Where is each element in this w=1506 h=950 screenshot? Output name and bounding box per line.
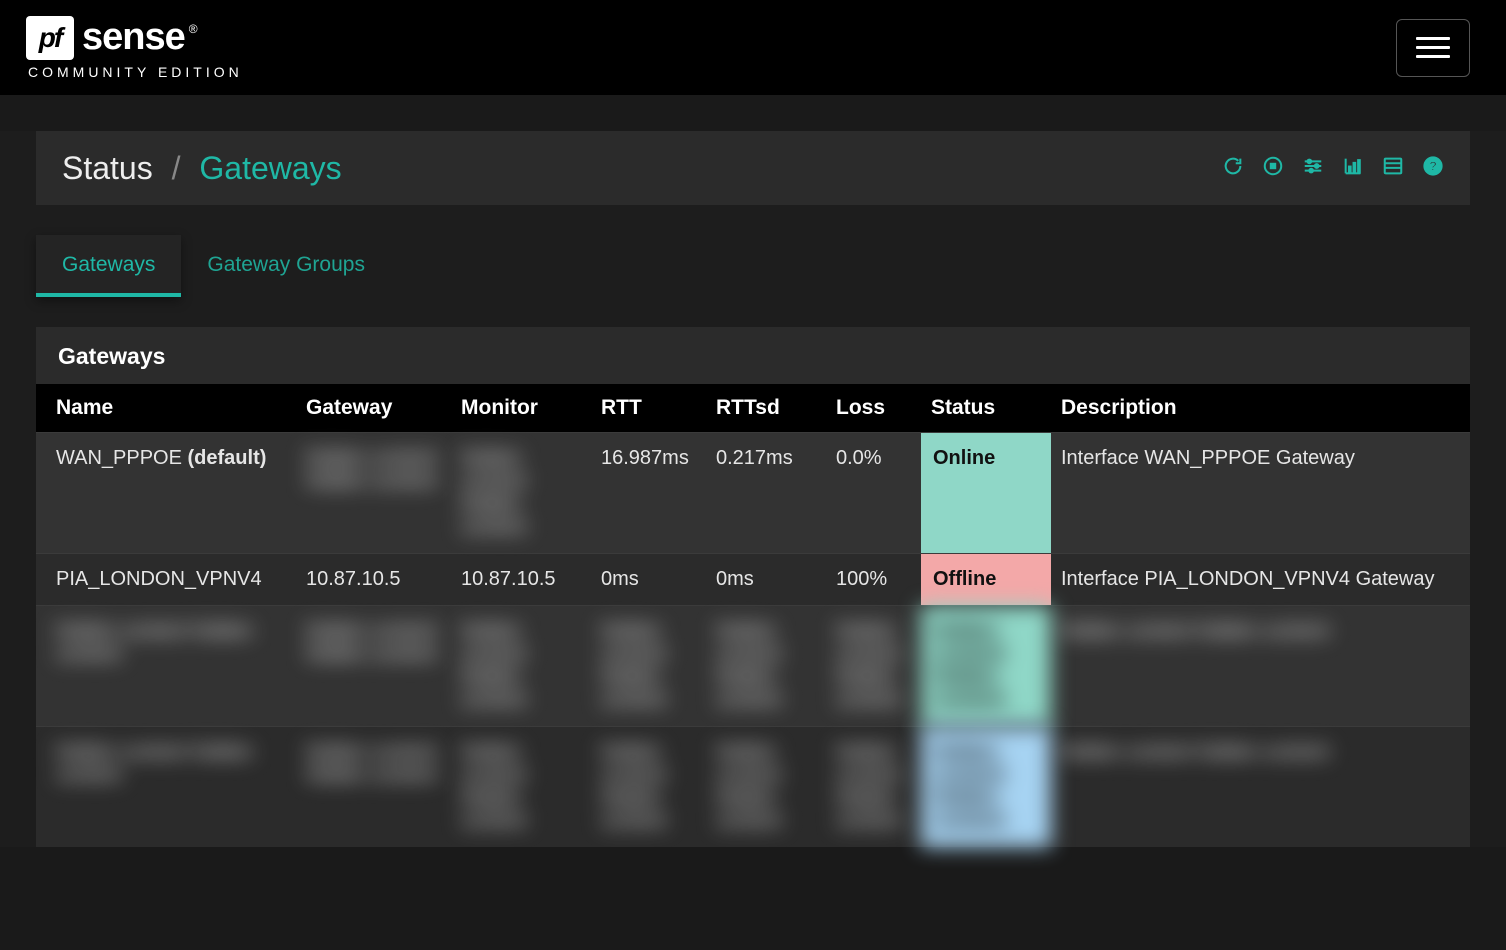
breadcrumb-section[interactable]: Status [62, 150, 153, 186]
menu-toggle-button[interactable] [1396, 19, 1470, 77]
cell-name: hidden content hidden content [36, 606, 296, 727]
cell: hidden content hidden content [591, 727, 706, 848]
refresh-icon[interactable] [1222, 155, 1244, 182]
col-rtt: RTT [591, 384, 706, 433]
status-badge: hidden content hidden content [921, 606, 1051, 727]
cell: hidden content hidden content [296, 606, 451, 727]
table-header-row: Name Gateway Monitor RTT RTTsd Loss Stat… [36, 384, 1470, 433]
cell: 0ms [706, 554, 826, 606]
chart-icon[interactable] [1342, 155, 1364, 182]
table-row: hidden content hidden contenthidden cont… [36, 606, 1470, 727]
cell: Interface PIA_LONDON_VPNV4 Gateway [1051, 554, 1470, 606]
col-loss: Loss [826, 384, 921, 433]
panel-title: Gateways [36, 327, 1470, 384]
logo[interactable]: pf sense ® COMMUNITY EDITION [26, 16, 243, 80]
breadcrumb: Status / Gateways ? [36, 131, 1470, 205]
cell: hidden content hidden content [826, 606, 921, 727]
breadcrumb-page[interactable]: Gateways [199, 150, 341, 186]
cell: hidden content hidden content [706, 606, 826, 727]
sliders-icon[interactable] [1302, 155, 1324, 182]
gateways-table: Name Gateway Monitor RTT RTTsd Loss Stat… [36, 384, 1470, 847]
logo-pf-badge: pf [26, 16, 74, 60]
cell: 0ms [591, 554, 706, 606]
col-gateway: Gateway [296, 384, 451, 433]
cell: 10.87.10.5 [451, 554, 591, 606]
col-description: Description [1051, 384, 1470, 433]
cell: 100% [826, 554, 921, 606]
col-status: Status [921, 384, 1051, 433]
cell: 0.217ms [706, 433, 826, 554]
cell: hidden content hidden content [296, 727, 451, 848]
cell: Interface WAN_PPPOE Gateway [1051, 433, 1470, 554]
cell-name: PIA_LONDON_VPNV4 [36, 554, 296, 606]
table-row: hidden content hidden contenthidden cont… [36, 727, 1470, 848]
col-monitor: Monitor [451, 384, 591, 433]
cell: 16.987ms [591, 433, 706, 554]
cell-name: hidden content hidden content [36, 727, 296, 848]
list-icon[interactable] [1382, 155, 1404, 182]
stop-icon[interactable] [1262, 155, 1284, 182]
cell: hidden content hidden content [706, 727, 826, 848]
cell: hidden content hidden content [451, 433, 591, 554]
cell: 10.87.10.5 [296, 554, 451, 606]
col-rttsd: RTTsd [706, 384, 826, 433]
toolbar: ? [1222, 155, 1444, 182]
gateways-panel: Gateways Name Gateway Monitor RTT RTTsd … [36, 327, 1470, 847]
default-label: (default) [188, 447, 267, 469]
cell: hidden content hidden content [591, 606, 706, 727]
help-icon[interactable]: ? [1422, 155, 1444, 182]
tabs: Gateways Gateway Groups [36, 235, 1470, 297]
cell: hidden content hidden content [1051, 606, 1470, 727]
cell: hidden content hidden content [296, 433, 451, 554]
status-badge: hidden content hidden content [921, 727, 1051, 848]
status-badge: Online [921, 433, 1051, 554]
tab-gateway-groups[interactable]: Gateway Groups [181, 235, 391, 297]
cell: 0.0% [826, 433, 921, 554]
logo-registered: ® [189, 22, 198, 36]
table-row: PIA_LONDON_VPNV4 10.87.10.510.87.10.50ms… [36, 554, 1470, 606]
logo-subtitle: COMMUNITY EDITION [28, 64, 243, 80]
tab-gateways[interactable]: Gateways [36, 235, 181, 297]
status-badge: Offline [921, 554, 1051, 606]
logo-sense-text: sense [82, 16, 185, 59]
cell: hidden content hidden content [451, 727, 591, 848]
cell: hidden content hidden content [451, 606, 591, 727]
breadcrumb-separator: / [172, 150, 181, 186]
col-name: Name [36, 384, 296, 433]
cell: hidden content hidden content [826, 727, 921, 848]
svg-text:?: ? [1429, 158, 1437, 173]
table-row: WAN_PPPOE (default)hidden content hidden… [36, 433, 1470, 554]
cell-name: WAN_PPPOE (default) [36, 433, 296, 554]
cell: hidden content hidden content [1051, 727, 1470, 848]
top-bar: pf sense ® COMMUNITY EDITION [0, 0, 1506, 95]
